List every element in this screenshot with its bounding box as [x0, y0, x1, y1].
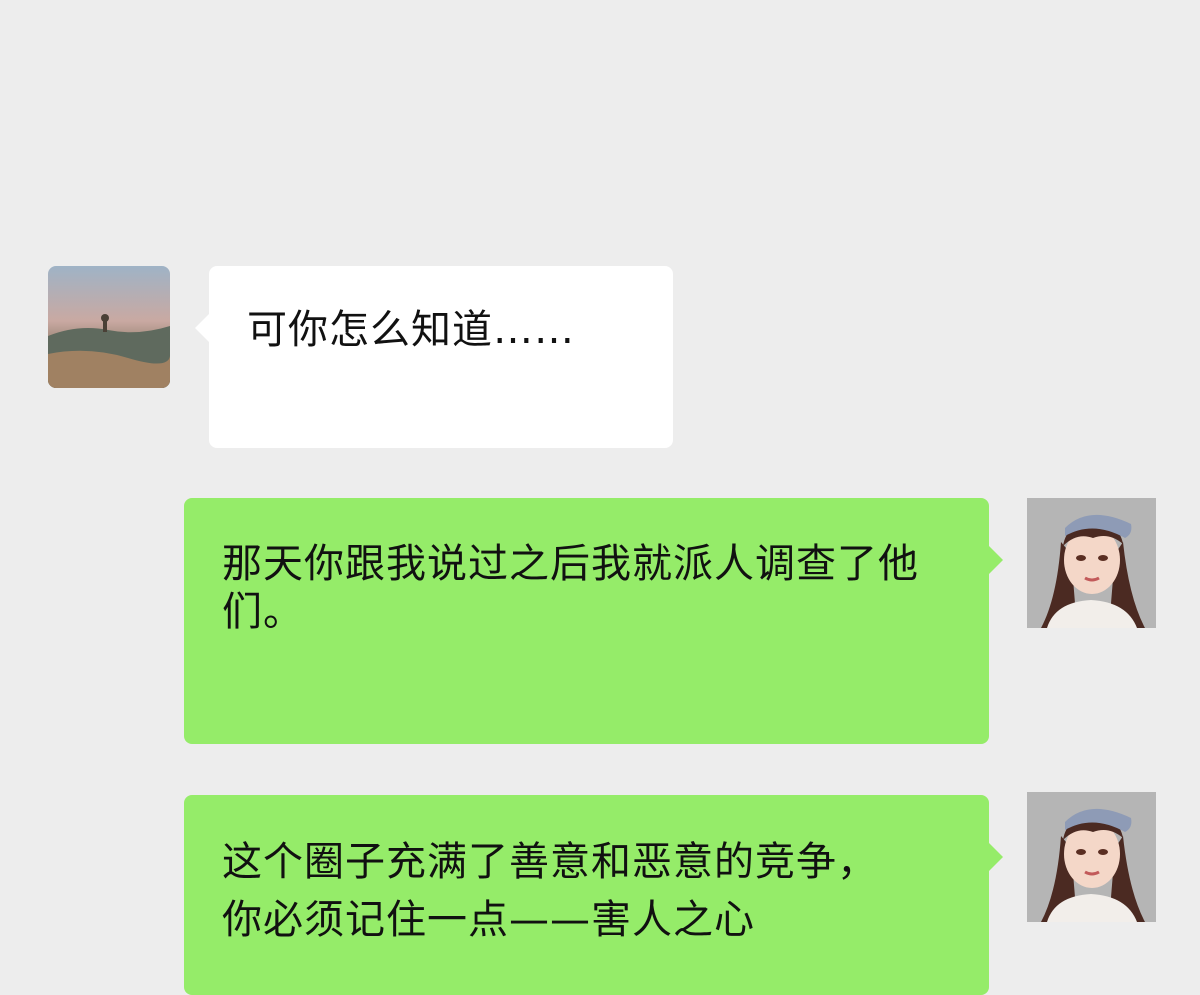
message-text: 这个圈子充满了善意和恶意的竞争，你必须记住一点——害人之心	[222, 839, 878, 943]
message-text: 那天你跟我说过之后我就派人调查了他们。	[222, 541, 919, 635]
message-bubble-outgoing[interactable]: 这个圈子充满了善意和恶意的竞争，你必须记住一点——害人之心	[184, 795, 1003, 995]
message-bubble-incoming[interactable]: 可你怎么知道……	[195, 266, 673, 448]
user-avatar[interactable]	[1027, 498, 1156, 628]
girl-avatar-image	[1027, 792, 1156, 922]
message-text: 可你怎么知道……	[247, 307, 575, 353]
user-avatar[interactable]	[1027, 792, 1156, 922]
landscape-avatar-image	[48, 266, 170, 388]
message-bubble-outgoing[interactable]: 那天你跟我说过之后我就派人调查了他们。	[184, 498, 1003, 744]
contact-avatar[interactable]	[48, 266, 170, 388]
girl-avatar-image	[1027, 498, 1156, 628]
